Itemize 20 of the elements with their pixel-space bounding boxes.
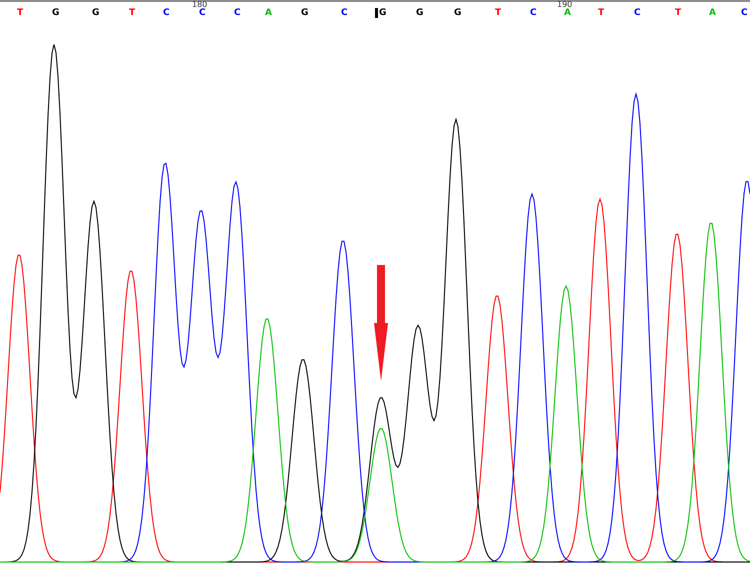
base-call[interactable]: T bbox=[598, 8, 604, 18]
base-call[interactable]: C bbox=[634, 8, 641, 18]
base-call[interactable]: G bbox=[416, 8, 424, 18]
base-call[interactable]: C bbox=[741, 8, 748, 18]
base-call[interactable]: G bbox=[52, 8, 60, 18]
ruler-position: 190 bbox=[557, 0, 572, 9]
base-call[interactable]: C bbox=[234, 8, 241, 18]
ruler-position: 180 bbox=[192, 0, 208, 9]
base-call[interactable]: C bbox=[199, 8, 206, 18]
base-call[interactable]: G bbox=[301, 8, 308, 18]
base-call[interactable]: C bbox=[163, 8, 170, 18]
base-call[interactable]: C bbox=[530, 8, 537, 18]
base-call[interactable]: C bbox=[341, 8, 348, 18]
base-call[interactable]: G bbox=[379, 8, 386, 18]
base-call[interactable]: T bbox=[675, 8, 682, 18]
base-call[interactable]: T bbox=[495, 8, 502, 18]
base-call[interactable]: T bbox=[129, 8, 136, 18]
base-call[interactable]: T bbox=[17, 8, 24, 18]
base-call[interactable]: G bbox=[92, 8, 100, 18]
base-call[interactable]: G bbox=[454, 8, 462, 18]
